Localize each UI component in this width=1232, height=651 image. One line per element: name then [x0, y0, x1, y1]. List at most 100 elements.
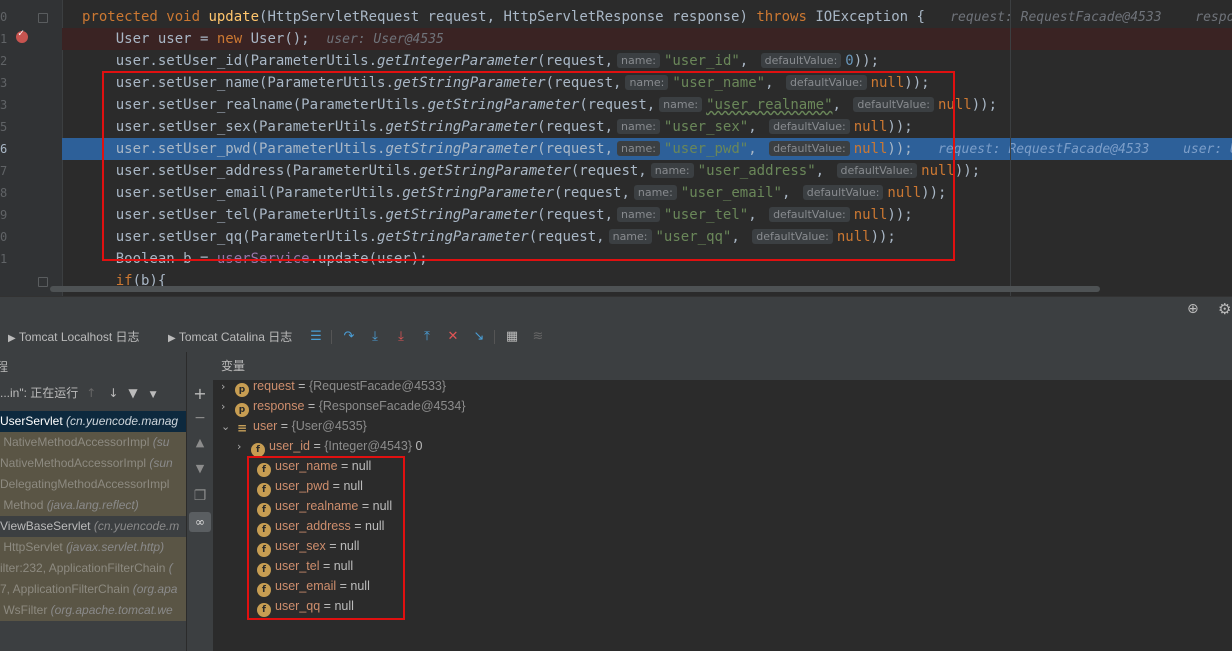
- frame-item[interactable]: UserServlet (cn.yuencode.manag: [0, 411, 186, 432]
- collapse-icon[interactable]: ⌄: [221, 417, 235, 437]
- variable-row[interactable]: › p request = {RequestFacade@4533}: [221, 376, 446, 397]
- variable-row[interactable]: f user_address = null: [257, 516, 384, 537]
- param-hint: name:: [617, 207, 660, 222]
- code-line-boolean[interactable]: Boolean b = userService.update(user);: [62, 248, 1232, 270]
- frame-item[interactable]: ilter:232, ApplicationFilterChain (: [0, 558, 186, 579]
- run-to-cursor-icon[interactable]: ↘: [472, 330, 486, 344]
- variable-value: null: [333, 559, 354, 573]
- code-line-set-id[interactable]: user.setUser_id(ParameterUtils.getIntege…: [62, 50, 1232, 72]
- method-call: getStringParameter: [385, 141, 538, 157]
- chevron-down-icon[interactable]: ▼: [150, 390, 157, 400]
- move-up-icon[interactable]: ▲: [192, 436, 208, 449]
- expand-icon[interactable]: ›: [237, 437, 251, 457]
- string-literal: "user_id": [663, 53, 740, 69]
- frame-item[interactable]: NativeMethodAccessorImpl (su: [0, 432, 186, 453]
- frame-class: (sun: [149, 456, 173, 470]
- add-icon[interactable]: +: [192, 384, 208, 403]
- menu-icon[interactable]: ☰: [309, 330, 323, 344]
- trace-icon[interactable]: ≋: [531, 330, 545, 344]
- frame-class: (javax.servlet.http): [66, 540, 165, 554]
- step-into-icon[interactable]: ⤓: [368, 330, 382, 344]
- code-line-set-email[interactable]: user.setUser_email(ParameterUtils.getStr…: [62, 182, 1232, 204]
- variable-value: {ResponseFacade@4534}: [318, 399, 466, 413]
- fold-icon[interactable]: [38, 277, 48, 287]
- frames-panel: 程 ...in": 正在运行 ↑ ↓ ▼ ▼ UserServlet (cn.yuenc…: [0, 352, 186, 651]
- variable-row[interactable]: f user_qq = null: [257, 596, 354, 617]
- code-line-set-sex[interactable]: user.setUser_sex(ParameterUtils.getStrin…: [62, 116, 1232, 138]
- code-line-set-pwd-current[interactable]: user.setUser_pwd(ParameterUtils.getStrin…: [62, 138, 1232, 160]
- log-icon: ▶: [168, 333, 176, 344]
- equals-sign: =: [336, 579, 351, 593]
- frame-item[interactable]: ViewBaseServlet (cn.yuencode.m: [0, 516, 186, 537]
- code-text: user.setUser_email(ParameterUtils.: [115, 185, 403, 201]
- move-down-icon[interactable]: ▼: [192, 462, 208, 475]
- variable-row[interactable]: f user_email = null: [257, 576, 370, 597]
- code-line-set-qq[interactable]: user.setUser_qq(ParameterUtils.getString…: [62, 226, 1232, 248]
- arrow-down-icon[interactable]: ↓: [108, 386, 118, 400]
- code-line-set-address[interactable]: user.setUser_address(ParameterUtils.getS…: [62, 160, 1232, 182]
- evaluate-expression-icon[interactable]: ▦: [505, 330, 519, 344]
- variable-row[interactable]: f user_sex = null: [257, 536, 359, 557]
- param-icon: p: [235, 403, 249, 417]
- variable-row[interactable]: f user_pwd = null: [257, 476, 363, 497]
- variable-row[interactable]: f user_tel = null: [257, 556, 354, 577]
- variable-name: user_sex: [275, 539, 326, 553]
- variable-row[interactable]: f user_realname = null: [257, 496, 392, 517]
- thread-selector[interactable]: ...in": 正在运行 ↑ ↓ ▼ ▼: [0, 384, 157, 401]
- gear-icon[interactable]: ⚙: [1218, 300, 1231, 318]
- toolbar-separator: [494, 330, 495, 344]
- code-line-set-name[interactable]: user.setUser_name(ParameterUtils.getStri…: [62, 72, 1232, 94]
- frame-item[interactable]: HttpServlet (javax.servlet.http): [0, 537, 186, 558]
- remove-icon[interactable]: −: [192, 410, 208, 426]
- code-text: user.setUser_name(ParameterUtils.: [115, 75, 394, 91]
- code-line-set-realname[interactable]: user.setUser_realname(ParameterUtils.get…: [62, 94, 1232, 116]
- variable-row[interactable]: ⌄ ≡ user = {User@4535}: [221, 416, 367, 436]
- equals-sign: =: [325, 539, 340, 553]
- step-over-icon[interactable]: ↷: [342, 330, 356, 344]
- tab-tomcat-catalina-log[interactable]: ▶ Tomcat Catalina 日志: [168, 322, 292, 352]
- force-step-into-icon[interactable]: ⤓: [394, 330, 408, 344]
- variable-row[interactable]: › f user_id = {Integer@4543} 0: [237, 436, 422, 457]
- expand-icon[interactable]: ›: [221, 397, 235, 417]
- toolbar-separator: [331, 330, 332, 344]
- frame-name: NativeMethodAccessorImpl: [0, 456, 150, 470]
- expand-icon[interactable]: ›: [221, 377, 235, 397]
- null-literal: null: [870, 75, 905, 91]
- copy-icon[interactable]: ❐: [192, 488, 208, 504]
- tab-tomcat-localhost-log[interactable]: ▶ Tomcat Localhost 日志: [8, 322, 140, 352]
- step-out-icon[interactable]: ⤒: [420, 330, 434, 344]
- frame-item[interactable]: DelegatingMethodAccessorImpl: [0, 474, 186, 495]
- frame-name: NativeMethodAccessorImpl: [3, 435, 153, 449]
- frame-name: ViewBaseServlet: [0, 519, 94, 533]
- method-call: getStringParameter: [385, 207, 538, 223]
- code-text: ));: [887, 119, 913, 135]
- null-literal: null: [853, 119, 888, 135]
- debug-toolbar: ▶ Tomcat Localhost 日志 ▶ Tomcat Catalina …: [0, 322, 1232, 353]
- method-call: getStringParameter: [402, 185, 555, 201]
- frame-item[interactable]: Method (java.lang.reflect): [0, 495, 186, 516]
- code-editor[interactable]: 0 1 2 3 3 5 6 7 8 9 0 1 protected void u…: [0, 0, 1232, 296]
- equals-sign: =: [304, 399, 319, 413]
- arrow-up-icon[interactable]: ↑: [86, 386, 96, 400]
- code-line-set-tel[interactable]: user.setUser_tel(ParameterUtils.getStrin…: [62, 204, 1232, 226]
- filter-icon[interactable]: ▼: [128, 386, 137, 400]
- frame-item[interactable]: NativeMethodAccessorImpl (sun: [0, 453, 186, 474]
- frame-item[interactable]: 7, ApplicationFilterChain (org.apa: [0, 579, 186, 600]
- code-line-signature[interactable]: protected void update(HttpServletRequest…: [62, 6, 1232, 28]
- param-hint: defaultValue:: [785, 75, 867, 90]
- editor-gutter[interactable]: 0 1 2 3 3 5 6 7 8 9 0 1: [0, 0, 63, 296]
- method-call: getStringParameter: [393, 75, 546, 91]
- variable-row[interactable]: f user_name = null: [257, 456, 371, 477]
- drop-frame-icon[interactable]: ✕: [446, 330, 460, 344]
- crosshair-icon[interactable]: ⊕: [1187, 301, 1199, 317]
- inline-debug-value: request: RequestFacade@4533: [950, 10, 1162, 25]
- variable-row[interactable]: › p response = {ResponseFacade@4534}: [221, 396, 466, 417]
- horizontal-scrollbar[interactable]: [50, 286, 1100, 292]
- frame-item[interactable]: WsFilter (org.apache.tomcat.we: [0, 600, 186, 621]
- breakpoint-icon[interactable]: [16, 28, 28, 43]
- variable-name: user_email: [275, 579, 337, 593]
- code-line-user[interactable]: User user = new User(); user: User@4535: [62, 28, 1232, 50]
- fold-icon[interactable]: [38, 13, 48, 23]
- glasses-icon[interactable]: ∞: [189, 512, 211, 532]
- code-text: user.setUser_id(ParameterUtils.: [115, 53, 378, 69]
